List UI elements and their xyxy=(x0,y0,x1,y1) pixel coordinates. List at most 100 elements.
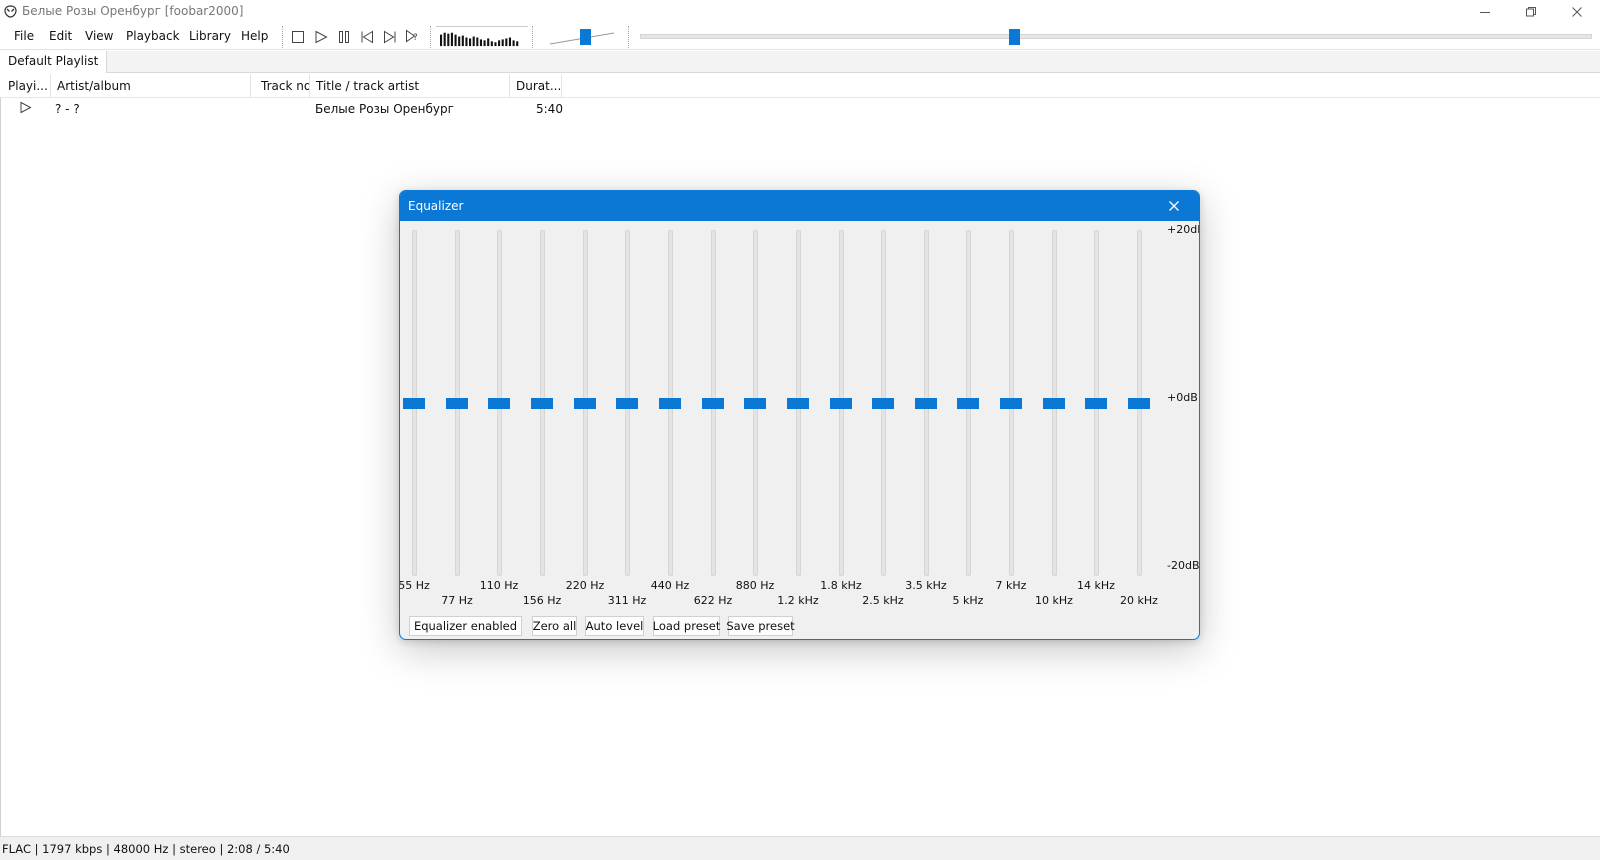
visualizer-bar xyxy=(465,37,468,47)
eq-band-slider[interactable] xyxy=(915,398,937,409)
next-icon xyxy=(384,30,396,44)
volume-thumb[interactable] xyxy=(580,29,591,45)
visualizer-bar xyxy=(508,37,512,47)
eq-band-slider[interactable] xyxy=(702,398,724,409)
visualizer-bar xyxy=(440,34,443,47)
stop-button[interactable] xyxy=(289,28,307,46)
eq-band-label: 220 Hz xyxy=(565,579,605,592)
eq-band-slider[interactable] xyxy=(659,398,681,409)
menu-view[interactable]: View xyxy=(85,29,113,43)
eq-band-label: 10 kHz xyxy=(1035,594,1073,607)
foobar-app-icon xyxy=(4,5,17,18)
equalizer-title: Equalizer xyxy=(408,199,464,213)
eq-band-slider[interactable] xyxy=(531,398,553,409)
save-preset-button[interactable]: Save preset xyxy=(726,616,795,636)
eq-band-slider[interactable] xyxy=(957,398,979,409)
menu-file[interactable]: File xyxy=(14,29,34,43)
eq-band-slider[interactable] xyxy=(830,398,852,409)
eq-band-slider[interactable] xyxy=(1128,398,1150,409)
eq-band-label: 77 Hz xyxy=(441,594,473,607)
eq-band-label: 14 kHz xyxy=(1077,579,1115,592)
seek-bar[interactable] xyxy=(640,29,1592,45)
volume-slider[interactable] xyxy=(548,27,616,47)
zero-all-button[interactable]: Zero all xyxy=(532,616,577,636)
visualizer-bar xyxy=(498,40,501,47)
menu-edit[interactable]: Edit xyxy=(49,29,72,43)
db-label-bottom: -20dB xyxy=(1167,559,1200,572)
window-title: Белые Розы Оренбург [foobar2000] xyxy=(22,4,244,18)
spectrum-visualizer xyxy=(436,26,528,48)
visualizer-bar xyxy=(447,33,450,47)
visualizer-bar xyxy=(494,42,497,47)
equalizer-close-button[interactable] xyxy=(1165,197,1183,215)
title-cell: Белые Розы Оренбург xyxy=(315,102,454,116)
eq-band-label: 311 Hz xyxy=(607,594,647,607)
previous-button[interactable] xyxy=(358,28,376,46)
restore-icon xyxy=(1526,7,1536,17)
play-icon xyxy=(315,30,328,44)
auto-level-button[interactable]: Auto level xyxy=(585,616,644,636)
playlist-tabs: Default Playlist xyxy=(0,51,1600,73)
eq-band-label: 622 Hz xyxy=(693,594,733,607)
eq-band-slider[interactable] xyxy=(1000,398,1022,409)
toolbar-separator xyxy=(628,26,629,48)
eq-band-label: 1.8 kHz xyxy=(820,579,862,592)
menu-library[interactable]: Library xyxy=(189,29,231,43)
previous-icon xyxy=(361,30,373,44)
menu-playback[interactable]: Playback xyxy=(126,29,180,43)
visualizer-bar xyxy=(472,36,475,47)
playing-indicator-icon xyxy=(20,101,32,114)
menu-help[interactable]: Help xyxy=(241,29,268,43)
load-preset-button[interactable]: Load preset xyxy=(653,616,720,636)
column-playing[interactable]: Playi... xyxy=(2,74,51,98)
eq-band-label: 880 Hz xyxy=(735,579,775,592)
eq-band-slider[interactable] xyxy=(446,398,468,409)
column-duration[interactable]: Durat... xyxy=(510,74,562,98)
title-bar: Белые Розы Оренбург [foobar2000] xyxy=(0,0,1600,24)
toolbar-separator xyxy=(430,26,431,48)
minimize-button[interactable] xyxy=(1462,0,1508,24)
random-button[interactable]: ? xyxy=(404,28,422,46)
eq-band-slider[interactable] xyxy=(616,398,638,409)
close-icon xyxy=(1572,7,1582,17)
visualizer-bar xyxy=(476,37,479,47)
toolbar-separator xyxy=(282,26,283,48)
eq-band-label: 156 Hz xyxy=(522,594,562,607)
next-button[interactable] xyxy=(381,28,399,46)
visualizer-bar xyxy=(483,40,486,47)
pause-button[interactable] xyxy=(335,28,353,46)
visualizer-bar xyxy=(516,41,519,47)
eq-band-slider[interactable] xyxy=(872,398,894,409)
column-artist-album[interactable]: Artist/album xyxy=(51,74,251,98)
column-track-no[interactable]: Track no xyxy=(251,74,310,98)
visualizer-bar xyxy=(450,32,453,47)
playlist-row[interactable]: ? - ? Белые Розы Оренбург 5:40 xyxy=(0,98,1600,118)
eq-band-slider[interactable] xyxy=(488,398,510,409)
seek-thumb[interactable] xyxy=(1009,29,1020,45)
eq-band-slider[interactable] xyxy=(403,398,425,409)
toolbar-separator xyxy=(532,26,533,48)
eq-band-label: 55 Hz xyxy=(399,579,430,592)
tab-default-playlist[interactable]: Default Playlist xyxy=(0,51,108,73)
eq-band-label: 2.5 kHz xyxy=(862,594,904,607)
playlist-left-border xyxy=(0,98,1,836)
eq-band-slider[interactable] xyxy=(1043,398,1065,409)
eq-band-slider[interactable] xyxy=(574,398,596,409)
visualizer-bar xyxy=(487,38,490,47)
seek-track xyxy=(640,34,1592,39)
visualizer-bar xyxy=(490,41,493,47)
eq-band-slider[interactable] xyxy=(744,398,766,409)
play-button[interactable] xyxy=(312,28,330,46)
column-title[interactable]: Title / track artist xyxy=(310,74,510,98)
equalizer-body: +20dB +0dB -20dB Equalizer enabled Zero … xyxy=(399,221,1200,639)
minimize-icon xyxy=(1480,12,1490,13)
eq-band-slider[interactable] xyxy=(787,398,809,409)
equalizer-enabled-toggle[interactable]: Equalizer enabled xyxy=(409,616,522,636)
duration-cell: 5:40 xyxy=(536,102,563,116)
svg-text:?: ? xyxy=(413,33,418,43)
visualizer-bar xyxy=(469,38,472,47)
restore-button[interactable] xyxy=(1508,0,1554,24)
close-window-button[interactable] xyxy=(1554,0,1600,24)
status-bar: FLAC | 1797 kbps | 48000 Hz | stereo | 2… xyxy=(0,836,1600,860)
eq-band-slider[interactable] xyxy=(1085,398,1107,409)
